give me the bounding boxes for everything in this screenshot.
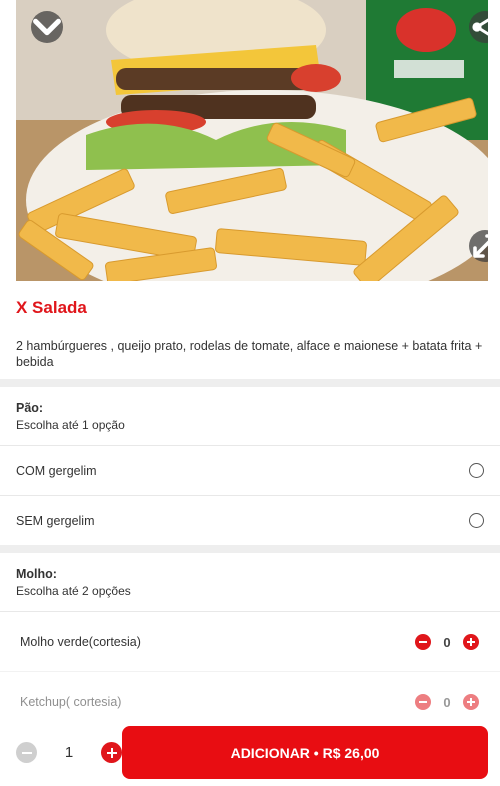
collapse-button[interactable] bbox=[31, 11, 63, 43]
product-title: X Salada bbox=[16, 298, 87, 317]
expand-image-button[interactable] bbox=[469, 230, 488, 262]
share-button[interactable] bbox=[469, 11, 488, 43]
increase-button[interactable] bbox=[463, 634, 479, 650]
option-group-name: Pão: bbox=[16, 401, 44, 415]
decrease-button[interactable] bbox=[415, 634, 431, 650]
add-to-cart-button[interactable]: ADICIONAR • R$ 26,00 bbox=[122, 726, 488, 779]
quantity-value: 0 bbox=[443, 694, 451, 710]
option-group-header-molho: Molho: Escolha até 2 opções bbox=[16, 567, 131, 598]
option-group-rule: Escolha até 1 opção bbox=[16, 418, 125, 432]
section-divider bbox=[0, 379, 500, 387]
chevron-down-icon bbox=[33, 18, 61, 36]
decrease-quantity-button[interactable] bbox=[16, 742, 37, 763]
plus-icon bbox=[467, 698, 475, 706]
increase-quantity-button[interactable] bbox=[101, 742, 122, 763]
quantity-stepper: 0 bbox=[415, 634, 479, 650]
radio-button[interactable] bbox=[469, 463, 484, 478]
plus-icon bbox=[467, 638, 475, 646]
option-label: SEM gergelim bbox=[16, 513, 95, 528]
minus-icon bbox=[419, 641, 427, 643]
option-row-molho-verde: Molho verde(cortesia) 0 bbox=[0, 611, 500, 671]
option-label: Ketchup( cortesia) bbox=[20, 694, 122, 709]
decrease-button[interactable] bbox=[415, 694, 431, 710]
section-divider bbox=[0, 545, 500, 553]
plus-icon bbox=[106, 747, 117, 758]
option-label: COM gergelim bbox=[16, 463, 97, 478]
option-row-com-gergelim[interactable]: COM gergelim bbox=[0, 445, 500, 495]
option-row-sem-gergelim[interactable]: SEM gergelim bbox=[0, 495, 500, 545]
add-to-cart-footer: 1 ADICIONAR • R$ 26,00 bbox=[0, 712, 500, 786]
option-group-header-pao: Pão: Escolha até 1 opção bbox=[16, 401, 125, 432]
increase-button[interactable] bbox=[463, 694, 479, 710]
burger-photo bbox=[16, 0, 488, 281]
option-group-name: Molho: bbox=[16, 567, 57, 581]
minus-icon bbox=[419, 701, 427, 703]
product-description: 2 hambúrgueres , queijo prato, rodelas d… bbox=[16, 339, 483, 369]
minus-icon bbox=[21, 751, 32, 754]
expand-icon bbox=[473, 234, 488, 258]
item-quantity: 1 bbox=[64, 744, 74, 761]
option-group-rule: Escolha até 2 opções bbox=[16, 584, 131, 598]
radio-button[interactable] bbox=[469, 513, 484, 528]
share-icon bbox=[472, 18, 488, 36]
quantity-value: 0 bbox=[443, 634, 451, 650]
item-quantity-stepper: 1 bbox=[16, 742, 122, 763]
option-label: Molho verde(cortesia) bbox=[20, 634, 141, 649]
product-image bbox=[16, 0, 488, 281]
quantity-stepper: 0 bbox=[415, 694, 479, 710]
